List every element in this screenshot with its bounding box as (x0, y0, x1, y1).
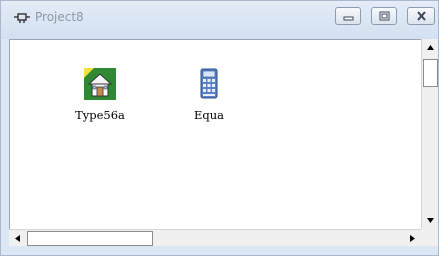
scrollbar-corner (421, 229, 438, 246)
arrow-right-icon (410, 235, 415, 242)
scroll-left-button[interactable] (9, 230, 26, 247)
horizontal-scrollbar[interactable] (9, 229, 421, 246)
arrow-left-icon (15, 235, 20, 242)
maximize-button[interactable] (371, 7, 397, 25)
vertical-scrollbar[interactable] (421, 39, 438, 229)
title-bar[interactable]: Project8 (1, 1, 438, 39)
arrow-down-icon (427, 218, 434, 223)
item-label: Equa (193, 108, 225, 122)
horizontal-scroll-thumb[interactable] (27, 231, 153, 246)
project-content-area[interactable]: Type56a Equa (9, 39, 422, 230)
window-title: Project8 (35, 10, 84, 24)
project-app-icon (13, 10, 31, 24)
close-icon (417, 11, 426, 21)
project-item-type56a[interactable]: Type56a (65, 68, 135, 122)
scroll-up-button[interactable] (422, 39, 439, 56)
scroll-down-button[interactable] (422, 212, 439, 229)
item-label: Type56a (75, 108, 125, 122)
minimize-icon (343, 16, 354, 21)
maximize-icon (379, 11, 390, 21)
calculator-icon (200, 68, 218, 99)
scroll-right-button[interactable] (404, 230, 421, 247)
arrow-up-icon (427, 45, 434, 50)
project-item-equa[interactable]: Equa (174, 68, 244, 122)
house-icon (84, 68, 116, 100)
vertical-scroll-thumb[interactable] (423, 59, 438, 87)
project-window: Project8 Type56a Equa (0, 0, 439, 256)
window-bottom-frame (1, 246, 438, 255)
close-button[interactable] (407, 7, 435, 25)
minimize-button[interactable] (335, 7, 361, 25)
